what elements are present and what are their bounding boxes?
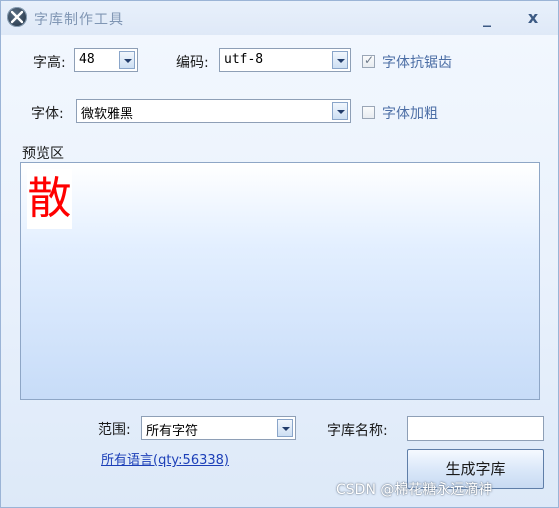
preview-area: 散 xyxy=(20,162,540,400)
app-window: 字库制作工具 _ x 字高: 48 编码: utf-8 字体抗锯齿 字体: 微软… xyxy=(0,0,559,508)
preview-glyph: 散 xyxy=(27,173,72,224)
preview-label: 预览区 xyxy=(22,146,64,162)
preview-glyph-box: 散 xyxy=(27,169,72,229)
encoding-select[interactable]: utf-8 xyxy=(219,48,351,72)
height-label: 字高: xyxy=(33,55,66,71)
window-title: 字库制作工具 xyxy=(34,12,124,28)
font-select[interactable]: 微软雅黑 xyxy=(76,99,351,123)
app-logo-icon xyxy=(7,7,27,27)
title-bar: 字库制作工具 _ x xyxy=(1,1,558,35)
minimize-button[interactable]: _ xyxy=(474,7,500,29)
lib-name-input[interactable] xyxy=(407,416,544,441)
font-label: 字体: xyxy=(31,106,64,122)
chevron-down-icon[interactable] xyxy=(332,102,348,120)
encoding-label: 编码: xyxy=(176,55,209,71)
range-select[interactable]: 所有字符 xyxy=(141,416,296,440)
watermark: CSDN @棉花糖永远滴神 xyxy=(336,482,493,498)
chevron-down-icon[interactable] xyxy=(277,419,293,437)
all-languages-link[interactable]: 所有语言(qty:56338) xyxy=(101,449,229,468)
height-value: 48 xyxy=(79,52,95,67)
font-value: 微软雅黑 xyxy=(81,107,134,122)
bold-checkbox[interactable] xyxy=(362,106,375,119)
antialias-checkbox[interactable] xyxy=(362,53,375,68)
antialias-label[interactable]: 字体抗锯齿 xyxy=(382,52,452,72)
bold-label[interactable]: 字体加粗 xyxy=(382,103,438,123)
lib-name-label: 字库名称: xyxy=(327,423,388,439)
range-value: 所有字符 xyxy=(146,424,199,439)
encoding-value: utf-8 xyxy=(224,52,264,67)
height-select[interactable]: 48 xyxy=(74,48,138,72)
close-button[interactable]: x xyxy=(520,7,546,29)
chevron-down-icon[interactable] xyxy=(332,51,348,69)
range-label: 范围: xyxy=(98,422,131,438)
chevron-down-icon[interactable] xyxy=(119,51,135,69)
